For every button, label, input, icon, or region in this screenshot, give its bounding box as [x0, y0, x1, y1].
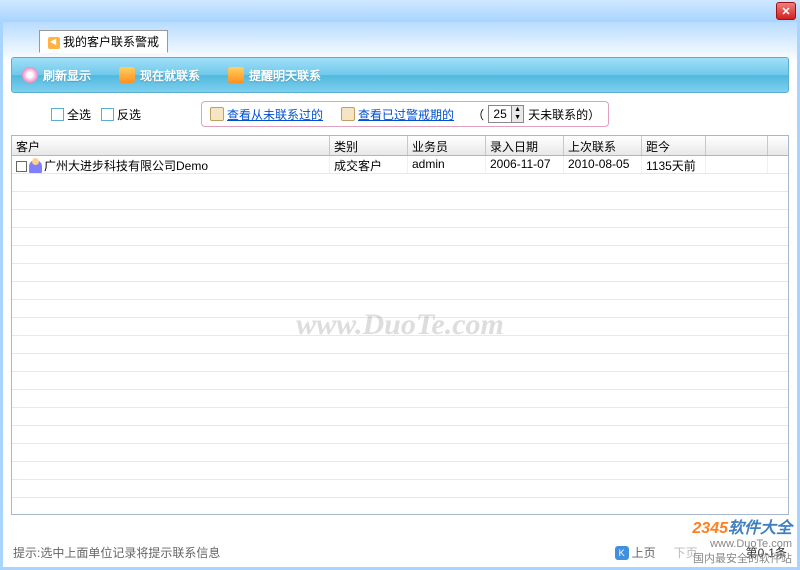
cell-last-contact: 2010-08-05: [564, 156, 642, 173]
remind-tomorrow-label: 提醒明天联系: [249, 67, 321, 84]
col-entry-date[interactable]: 录入日期: [486, 136, 564, 155]
empty-row: [12, 210, 788, 228]
empty-row: [12, 408, 788, 426]
footer-hint: 提示:选中上面单位记录将提示联系信息: [13, 544, 615, 561]
main-toolbar: 刷新显示 现在就联系 提醒明天联系: [11, 57, 789, 93]
empty-row: [12, 390, 788, 408]
invert-selection-button[interactable]: 反选: [101, 106, 141, 123]
prev-icon: K: [615, 546, 629, 560]
spinner-down[interactable]: ▼: [511, 114, 523, 122]
lock-icon: [341, 107, 355, 121]
col-since[interactable]: 距今: [642, 136, 706, 155]
tab-my-customer-warning[interactable]: 我的客户联系警戒: [39, 30, 168, 53]
empty-row: [12, 246, 788, 264]
invert-label: 反选: [117, 106, 141, 123]
empty-row: [12, 264, 788, 282]
cell-salesperson: admin: [408, 156, 486, 173]
checkbox-icon: [51, 108, 64, 121]
filter-link-group: 查看从未联系过的 查看已过警戒期的 （ 25 ▲ ▼ 天未联系的）: [201, 101, 609, 127]
table-row[interactable]: 广州大进步科技有限公司Demo 成交客户 admin 2006-11-07 20…: [12, 156, 788, 174]
tab-strip: 我的客户联系警戒: [39, 30, 789, 53]
empty-row: [12, 354, 788, 372]
prev-label: 上页: [632, 544, 656, 561]
days-spinner[interactable]: 25 ▲ ▼: [488, 105, 524, 123]
filter-row: 全选 反选 查看从未联系过的 查看已过警戒期的 （ 25 ▲ ▼: [11, 101, 789, 135]
cell-extra: [706, 156, 768, 173]
cell-entry-date: 2006-11-07: [486, 156, 564, 173]
brand-slogan: 国内最安全的软件站: [692, 550, 792, 566]
cell-customer: 广州大进步科技有限公司Demo: [12, 156, 330, 173]
spinner-up[interactable]: ▲: [511, 106, 523, 114]
empty-row: [12, 462, 788, 480]
window-content: 我的客户联系警戒 刷新显示 现在就联系 提醒明天联系 全选 反选 查看从: [0, 22, 800, 570]
col-extra[interactable]: [706, 136, 768, 155]
window-titlebar: ✕: [0, 0, 800, 22]
brand-logo: 2345软件大全: [692, 514, 792, 538]
brand-suffix: 软件大全: [728, 520, 792, 537]
select-all-label: 全选: [67, 106, 91, 123]
branding-area: 2345软件大全 www.DuoTe.com 国内最安全的软件站: [692, 514, 792, 566]
col-category[interactable]: 类别: [330, 136, 408, 155]
empty-row: [12, 336, 788, 354]
empty-row: [12, 300, 788, 318]
col-last-contact[interactable]: 上次联系: [564, 136, 642, 155]
checkbox-icon: [101, 108, 114, 121]
days-filter: （ 25 ▲ ▼ 天未联系的）: [472, 105, 600, 123]
empty-row: [12, 426, 788, 444]
row-checkbox[interactable]: [16, 161, 27, 172]
view-expired-link[interactable]: 查看已过警戒期的: [341, 106, 454, 123]
empty-row: [12, 228, 788, 246]
person-icon: [29, 160, 42, 173]
days-suffix: 天未联系的）: [528, 106, 600, 123]
select-all-button[interactable]: 全选: [51, 106, 91, 123]
calendar-icon: [228, 67, 244, 83]
empty-row: [12, 282, 788, 300]
grid-header: 客户 类别 业务员 录入日期 上次联系 距今: [12, 136, 788, 156]
days-value: 25: [489, 106, 511, 122]
empty-row: [12, 372, 788, 390]
contact-now-label: 现在就联系: [140, 67, 200, 84]
customer-name: 广州大进步科技有限公司Demo: [44, 159, 208, 173]
cell-since: 1135天前: [642, 156, 706, 173]
tab-label: 我的客户联系警戒: [63, 35, 159, 49]
view-expired-label: 查看已过警戒期的: [358, 106, 454, 123]
remind-tomorrow-button[interactable]: 提醒明天联系: [228, 67, 321, 84]
speaker-icon: [48, 37, 60, 49]
empty-row: [12, 192, 788, 210]
empty-row: [12, 174, 788, 192]
refresh-button[interactable]: 刷新显示: [22, 67, 91, 84]
view-never-label: 查看从未联系过的: [227, 106, 323, 123]
col-customer[interactable]: 客户: [12, 136, 330, 155]
customer-grid: 客户 类别 业务员 录入日期 上次联系 距今 广州大进步科技有限公司Demo 成…: [11, 135, 789, 515]
brand-site: www.DuoTe.com: [692, 538, 792, 550]
empty-row: [12, 480, 788, 498]
refresh-icon: [22, 67, 38, 83]
empty-row: [12, 444, 788, 462]
contact-now-button[interactable]: 现在就联系: [119, 67, 200, 84]
refresh-label: 刷新显示: [43, 67, 91, 84]
cell-category: 成交客户: [330, 156, 408, 173]
phone-icon: [119, 67, 135, 83]
empty-row: [12, 318, 788, 336]
document-icon: [210, 107, 224, 121]
days-prefix: （: [472, 106, 484, 123]
view-never-contacted-link[interactable]: 查看从未联系过的: [210, 106, 323, 123]
footer-bar: 提示:选中上面单位记录将提示联系信息 K 上页 下页 第0-1条: [13, 544, 787, 561]
col-salesperson[interactable]: 业务员: [408, 136, 486, 155]
close-button[interactable]: ✕: [776, 2, 796, 20]
prev-page-button[interactable]: K 上页: [615, 544, 656, 561]
brand-number: 2345: [692, 520, 728, 537]
